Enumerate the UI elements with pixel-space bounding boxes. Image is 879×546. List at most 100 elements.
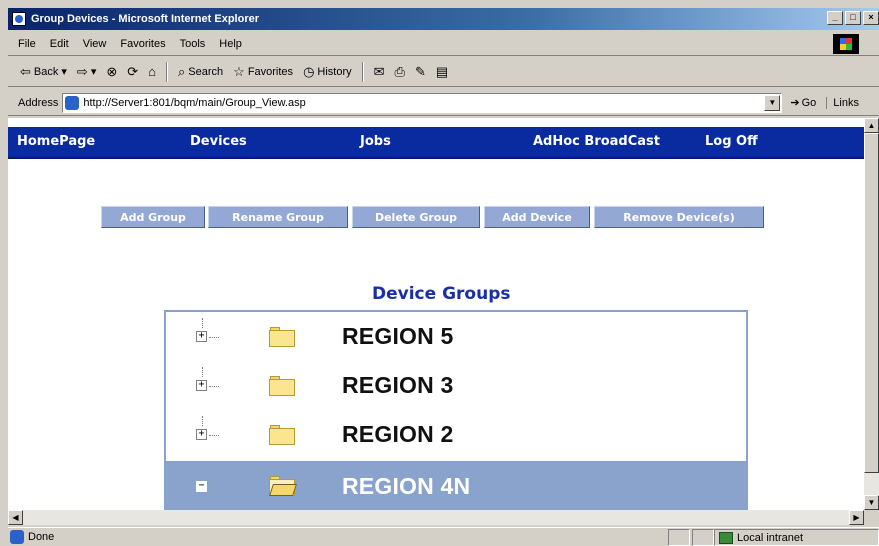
history-icon: ◷ [303, 63, 315, 79]
security-zone: Local intranet [714, 529, 879, 546]
tree-connector [202, 416, 203, 426]
tree-row-region-2[interactable]: + REGION 2 [166, 412, 746, 461]
vertical-scroll-thumb[interactable] [864, 133, 879, 473]
group-label[interactable]: REGION 4N [342, 473, 470, 500]
folder-icon [269, 327, 295, 347]
mail-icon[interactable]: ✉ [374, 64, 385, 80]
scroll-left-icon[interactable]: ◀ [8, 510, 23, 525]
add-device-button[interactable]: Add Device [484, 206, 590, 228]
history-button[interactable]: ◷ History [303, 64, 352, 80]
menu-edit[interactable]: Edit [50, 38, 69, 50]
status-text: Done [28, 531, 55, 543]
group-label[interactable]: REGION 5 [342, 323, 454, 350]
zone-label: Local intranet [737, 531, 804, 544]
horizontal-scrollbar[interactable]: ◀ ▶ [8, 510, 864, 525]
back-arrow-icon: ⇦ [20, 63, 31, 79]
menu-bar: File Edit View Favorites Tools Help [8, 32, 879, 56]
tree-connector [202, 318, 203, 328]
remove-devices-button[interactable]: Remove Device(s) [594, 206, 764, 228]
favorites-label: Favorites [247, 65, 294, 78]
maximize-button[interactable]: □ [845, 11, 861, 25]
nav-log-off[interactable]: Log Off [705, 127, 758, 159]
device-groups-title: Device Groups [372, 284, 511, 304]
forward-arrow-icon: ⇨ [76, 63, 88, 79]
nav-devices[interactable]: Devices [190, 127, 247, 159]
menu-tools[interactable]: Tools [180, 38, 206, 50]
delete-group-button[interactable]: Delete Group [352, 206, 480, 228]
back-button[interactable]: ⇦ Back ▾ [20, 64, 67, 80]
status-panels [668, 529, 714, 546]
tree-connector [209, 386, 219, 387]
forward-button[interactable]: ⇨ ▾ [77, 64, 96, 80]
toolbar-separator [361, 61, 364, 82]
intranet-icon [719, 531, 733, 544]
print-icon[interactable]: ⎙ [395, 64, 405, 80]
group-label[interactable]: REGION 3 [342, 372, 454, 399]
standard-toolbar: ⇦ Back ▾ ⇨ ▾ ⊗ ⟳ ⌂ ⌕ Search ☆ Favorites … [8, 57, 879, 87]
page-status-icon [10, 530, 24, 544]
favorites-icon: ☆ [233, 63, 245, 79]
open-folder-icon [269, 476, 297, 496]
go-label: Go [801, 96, 817, 109]
address-url: http://Server1:801/bqm/main/Group_View.a… [83, 96, 306, 109]
page-icon [65, 95, 80, 110]
address-label: Address [18, 96, 59, 109]
collapse-icon[interactable]: − [196, 481, 207, 492]
scroll-up-icon[interactable]: ▲ [864, 118, 879, 133]
window-titlebar: Group Devices - Microsoft Internet Explo… [8, 8, 879, 30]
forward-dropdown-icon[interactable]: ▾ [91, 65, 97, 78]
window-controls: _ □ × [827, 11, 879, 25]
group-actions: Add Group Rename Group Delete Group Add … [8, 206, 864, 230]
tree-row-region-5[interactable]: + REGION 5 [166, 314, 746, 363]
go-button[interactable]: ➔ Go [790, 96, 817, 110]
back-label: Back [33, 65, 59, 78]
nav-jobs[interactable]: Jobs [360, 127, 391, 159]
minimize-button[interactable]: _ [827, 11, 843, 25]
address-input[interactable]: http://Server1:801/bqm/main/Group_View.a… [62, 92, 783, 113]
search-button[interactable]: ⌕ Search [178, 64, 223, 80]
expand-icon[interactable]: + [196, 429, 207, 440]
scroll-right-icon[interactable]: ▶ [849, 510, 864, 525]
top-nav-bar: HomePage Devices Jobs AdHoc BroadCast Lo… [8, 127, 864, 159]
discuss-icon[interactable]: ▤ [436, 64, 448, 80]
toolbar-separator [166, 61, 169, 82]
search-label: Search [188, 65, 224, 78]
menu-help[interactable]: Help [219, 38, 242, 50]
status-panel [692, 529, 714, 546]
ie-app-icon [12, 12, 26, 26]
back-dropdown-icon[interactable]: ▾ [61, 65, 67, 78]
history-label: History [317, 65, 352, 78]
expand-icon[interactable]: + [196, 331, 207, 342]
menu-view[interactable]: View [83, 38, 107, 50]
search-icon: ⌕ [178, 63, 186, 79]
scroll-down-icon[interactable]: ▼ [864, 495, 879, 510]
vertical-scrollbar[interactable]: ▲ ▼ [864, 118, 879, 510]
folder-icon [269, 425, 295, 445]
group-label[interactable]: REGION 2 [342, 421, 454, 448]
edit-icon[interactable]: ✎ [415, 64, 426, 80]
window-title: Group Devices - Microsoft Internet Explo… [31, 13, 259, 25]
status-panel [668, 529, 690, 546]
nav-adhoc-broadcast[interactable]: AdHoc BroadCast [533, 127, 660, 159]
nav-homepage[interactable]: HomePage [17, 127, 95, 159]
refresh-icon[interactable]: ⟳ [127, 64, 138, 80]
stop-icon[interactable]: ⊗ [106, 64, 117, 80]
expand-icon[interactable]: + [196, 380, 207, 391]
address-bar: Address http://Server1:801/bqm/main/Grou… [8, 90, 879, 116]
tree-row-region-3[interactable]: + REGION 3 [166, 363, 746, 412]
menu-favorites[interactable]: Favorites [120, 38, 165, 50]
tree-connector [202, 367, 203, 377]
tree-connector [209, 435, 219, 436]
rename-group-button[interactable]: Rename Group [208, 206, 348, 228]
links-button[interactable]: Links [826, 96, 859, 109]
page-content: HomePage Devices Jobs AdHoc BroadCast Lo… [8, 118, 864, 510]
menu-file[interactable]: File [18, 38, 36, 50]
tree-row-region-4n[interactable]: − REGION 4N [166, 461, 746, 510]
add-group-button[interactable]: Add Group [101, 206, 205, 228]
home-icon[interactable]: ⌂ [148, 64, 156, 79]
favorites-button[interactable]: ☆ Favorites [233, 64, 293, 80]
folder-icon [269, 376, 295, 396]
address-dropdown-icon[interactable]: ▼ [764, 94, 781, 111]
go-arrow-icon: ➔ [790, 97, 800, 109]
close-button[interactable]: × [863, 11, 879, 25]
